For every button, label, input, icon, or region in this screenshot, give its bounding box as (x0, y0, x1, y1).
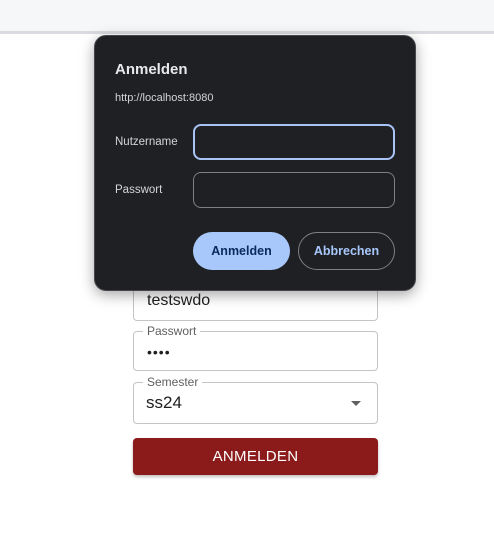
dropdown-arrow-icon[interactable] (351, 401, 361, 406)
semester-select[interactable]: Semester ss24 (133, 375, 378, 424)
dialog-username-label: Nutzername (115, 136, 178, 148)
browser-toolbar (0, 0, 494, 34)
login-submit-button[interactable]: ANMELDEN (133, 438, 378, 475)
password-value: •••• (147, 344, 171, 360)
username-value: testswdo (147, 292, 211, 309)
dialog-title: Anmelden (115, 61, 188, 78)
dialog-cancel-button[interactable]: Abbrechen (298, 232, 395, 270)
dialog-origin: http://localhost:8080 (115, 92, 214, 104)
semester-field-label: Semester (143, 375, 203, 389)
password-field[interactable]: Passwort •••• (133, 324, 378, 371)
semester-value: ss24 (146, 393, 182, 412)
dialog-confirm-button[interactable]: Anmelden (193, 232, 290, 270)
dialog-password-label: Passwort (115, 184, 163, 196)
dialog-password-input[interactable] (193, 172, 395, 208)
auth-dialog: Anmelden http://localhost:8080 Nutzernam… (94, 35, 416, 291)
password-field-label: Passwort (143, 324, 201, 338)
dialog-username-input[interactable] (193, 124, 395, 160)
